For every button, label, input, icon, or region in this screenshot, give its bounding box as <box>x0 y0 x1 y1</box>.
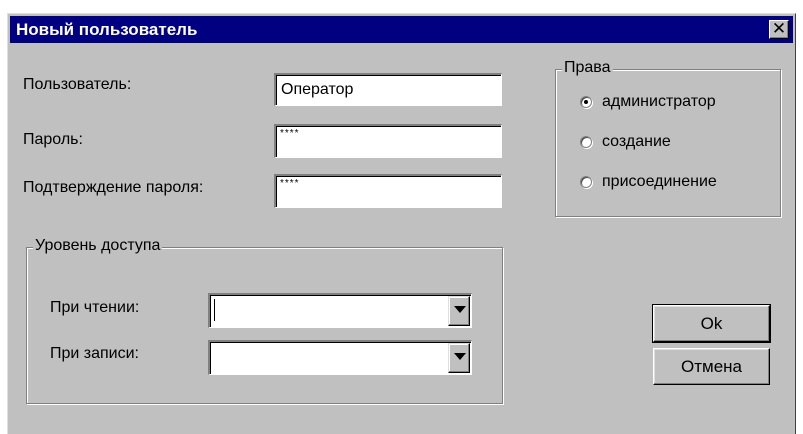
rights-group-title: Права <box>562 59 613 77</box>
close-icon: ✕ <box>771 19 787 39</box>
user-input-value: Оператор <box>281 81 354 98</box>
read-label: При чтении: <box>50 299 140 316</box>
write-label: При записи: <box>50 345 139 362</box>
radio-create-label: создание <box>602 133 671 150</box>
chevron-down-icon <box>454 353 466 360</box>
confirm-password-input[interactable]: **** <box>274 174 502 208</box>
cancel-button-label: Отмена <box>681 357 742 376</box>
user-label: Пользователь: <box>23 76 132 93</box>
confirm-password-input-value: **** <box>280 178 300 189</box>
password-label: Пароль: <box>23 131 83 148</box>
access-level-group: Уровень доступа При чтении: При записи: <box>26 237 503 404</box>
user-input[interactable]: Оператор <box>274 73 502 106</box>
password-input-value: **** <box>280 128 300 139</box>
read-access-dropdown-button[interactable] <box>448 296 470 326</box>
close-button[interactable]: ✕ <box>769 19 789 39</box>
radio-join-label: присоединение <box>602 173 717 190</box>
read-access-combobox[interactable] <box>208 293 472 328</box>
rights-group: Права администратор создание присоединен… <box>555 59 781 217</box>
write-access-combobox[interactable] <box>208 340 472 375</box>
title-bar[interactable]: Новый пользователь ✕ <box>10 16 793 43</box>
write-access-dropdown-button[interactable] <box>448 343 470 373</box>
ok-button-label: Ok <box>700 314 723 333</box>
radio-join-button[interactable] <box>580 176 592 188</box>
radio-administrator-button[interactable] <box>580 96 592 108</box>
radio-create-button[interactable] <box>580 136 592 148</box>
cancel-button[interactable]: Отмена <box>653 348 770 385</box>
new-user-dialog: Новый пользователь ✕ Пользователь: Опера… <box>7 13 796 434</box>
chevron-down-icon <box>454 306 466 313</box>
radio-administrator-label: администратор <box>602 93 716 110</box>
window-title: Новый пользователь <box>16 20 198 39</box>
text-caret <box>214 299 215 321</box>
ok-button[interactable]: Ok <box>652 304 771 343</box>
password-input[interactable]: **** <box>274 124 502 158</box>
confirm-password-label: Подтверждение пароля: <box>23 179 204 196</box>
access-level-group-title: Уровень доступа <box>33 237 163 255</box>
